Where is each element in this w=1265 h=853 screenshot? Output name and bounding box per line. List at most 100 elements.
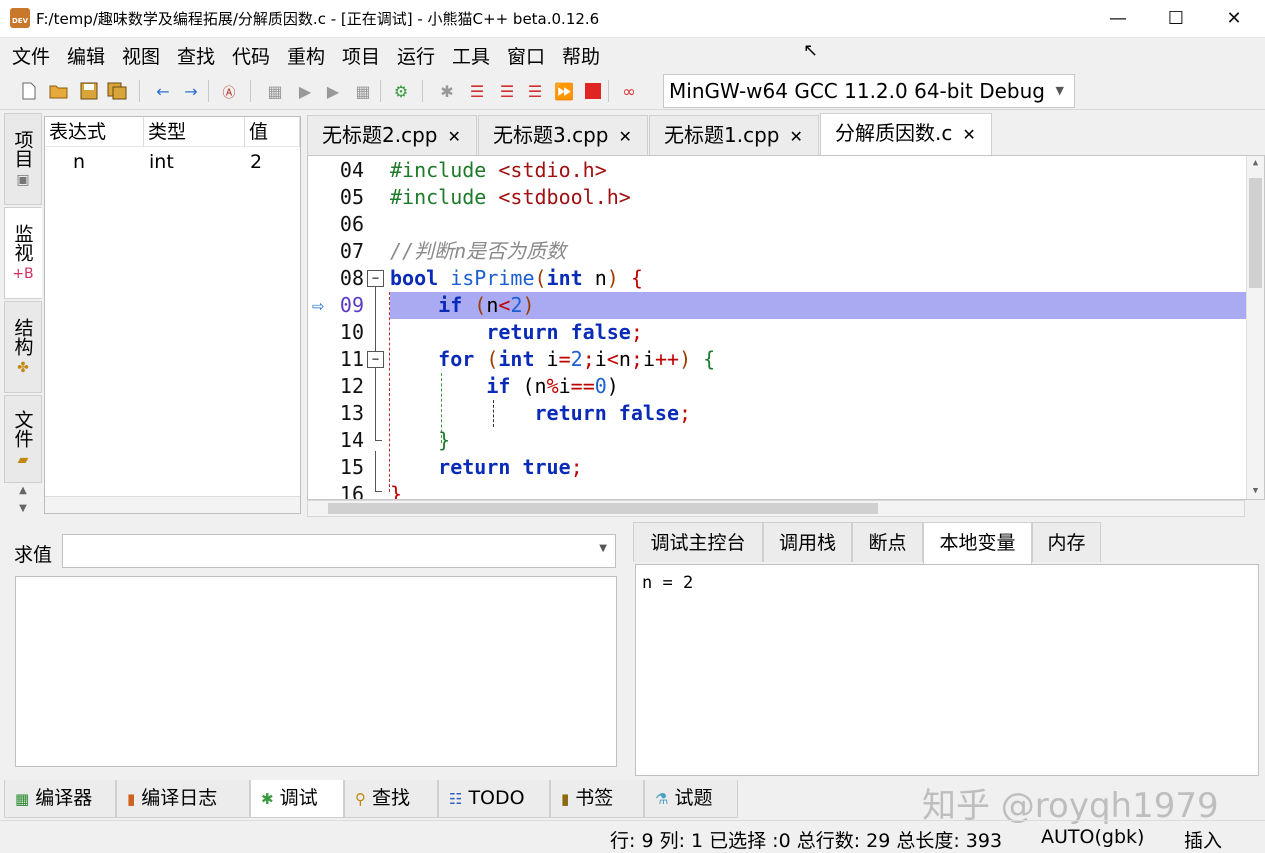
watch-hscrollbar[interactable] (45, 496, 300, 513)
code-line: #include <stdio.h> (390, 158, 607, 182)
continue-icon[interactable]: ⏩ (553, 80, 575, 102)
tab-call-stack[interactable]: 调用栈 (763, 522, 852, 562)
open-file-icon[interactable] (48, 80, 70, 102)
tab-untitled1[interactable]: 无标题1.cpp ✕ (649, 115, 819, 155)
save-icon[interactable] (78, 80, 100, 102)
close-icon[interactable]: ✕ (962, 125, 975, 144)
chevron-down-icon[interactable]: ▼ (599, 543, 607, 554)
tab-problems[interactable]: ⚗ 试题 (644, 780, 738, 818)
editor-vscroll-thumb[interactable] (1249, 178, 1262, 288)
toolbar-separator (208, 80, 209, 102)
back-icon[interactable]: ← (152, 80, 174, 102)
tab-memory[interactable]: 内存 (1032, 522, 1101, 562)
line-number: 11 (339, 347, 364, 371)
tab-locals[interactable]: 本地变量 (923, 522, 1032, 564)
code-line: #include <stdbool.h> (390, 185, 631, 209)
compiler-select-value: MinGW-w64 GCC 11.2.0 64-bit Debug (669, 79, 1045, 103)
close-icon[interactable]: ✕ (789, 127, 802, 146)
watch-row-expression[interactable]: n (73, 151, 85, 173)
rebuild-icon[interactable]: ▦ (352, 80, 374, 102)
toolbar-separator (139, 80, 140, 102)
locals-view[interactable]: n = 2 (635, 564, 1259, 776)
stop-icon[interactable] (582, 80, 604, 102)
menu-run[interactable]: 运行 (397, 42, 435, 69)
step-out-icon[interactable]: ☰ (524, 80, 546, 102)
line-number: 06 (339, 212, 364, 236)
tab-debug-console[interactable]: 调试主控台 (633, 522, 763, 562)
tab-compiler[interactable]: ▦ 编译器 (4, 780, 116, 818)
code-editor[interactable]: 04 05 06 07 08 09 10 11 12 13 14 15 16 ⇨… (307, 155, 1265, 500)
scroll-down-icon[interactable]: ▼ (1249, 486, 1262, 496)
run-icon[interactable]: ▶ (294, 80, 316, 102)
step-over-icon[interactable]: ☰ (466, 80, 488, 102)
tab-factorize[interactable]: 分解质因数.c ✕ (820, 113, 992, 155)
line-number: 12 (339, 374, 364, 398)
minimize-button[interactable]: — (1089, 0, 1147, 38)
side-tab-watch[interactable]: 监视 +B (4, 207, 42, 299)
close-button[interactable]: ✕ (1205, 0, 1263, 38)
status-insert-mode: 插入 (1184, 830, 1223, 852)
side-tab-project[interactable]: 项目 ▣ (4, 113, 42, 205)
bug-icon[interactable]: ✱ (436, 80, 458, 102)
tab-compile-log[interactable]: ▮ 编译日志 (116, 780, 250, 818)
editor-vscrollbar[interactable]: ▲ ▼ (1246, 156, 1264, 499)
evaluate-output[interactable] (15, 576, 617, 767)
fold-line (375, 368, 376, 440)
step-into-icon[interactable]: ☰ (496, 80, 518, 102)
menu-help[interactable]: 帮助 (562, 42, 600, 69)
compile-run-icon[interactable]: ▶ (322, 80, 344, 102)
line-number: 14 (339, 428, 364, 452)
bookmark-icon: ▮ (561, 790, 570, 808)
tab-untitled3[interactable]: 无标题3.cpp ✕ (478, 115, 648, 155)
compile-icon[interactable]: ▦ (264, 80, 286, 102)
scroll-down-icon[interactable]: ▼ (4, 503, 42, 519)
tab-untitled2[interactable]: 无标题2.cpp ✕ (307, 115, 477, 155)
status-encoding[interactable]: AUTO(gbk) (1041, 826, 1144, 848)
add-watch-icon[interactable]: ∞ (618, 80, 640, 102)
close-icon[interactable]: ✕ (618, 127, 631, 146)
scroll-up-icon[interactable]: ▲ (1249, 158, 1262, 168)
line-number: 04 (339, 158, 364, 182)
scroll-up-icon[interactable]: ▲ (4, 485, 42, 501)
tab-breakpoints[interactable]: 断点 (852, 522, 923, 562)
code-line: return false; (486, 320, 643, 344)
menu-search[interactable]: 查找 (177, 42, 215, 69)
bug-icon: ✱ (261, 790, 274, 808)
menu-tools[interactable]: 工具 (452, 42, 490, 69)
menu-refactor[interactable]: 重构 (287, 42, 325, 69)
debug-icon[interactable]: ⚙ (390, 80, 412, 102)
tab-bookmarks[interactable]: ▮ 书签 (550, 780, 644, 818)
menu-project[interactable]: 项目 (342, 42, 380, 69)
side-tab-structure[interactable]: 结构 ✤ (4, 301, 42, 393)
editor-hscroll-thumb[interactable] (328, 503, 878, 514)
tab-find[interactable]: ⚲ 查找 (344, 780, 438, 818)
line-number: 05 (339, 185, 364, 209)
watch-row-type[interactable]: int (149, 151, 174, 173)
tab-debug[interactable]: ✱ 调试 (250, 780, 344, 818)
fold-collapse-icon[interactable]: − (367, 351, 384, 368)
execution-pointer-icon: ⇨ (312, 293, 325, 317)
close-icon[interactable]: ✕ (447, 127, 460, 146)
watch-header-expression[interactable]: 表达式 (45, 117, 144, 147)
editor-hscrollbar[interactable] (307, 500, 1245, 517)
save-all-icon[interactable] (106, 80, 128, 102)
format-icon[interactable]: Ⓐ (218, 80, 240, 102)
menu-view[interactable]: 视图 (122, 42, 160, 69)
menu-code[interactable]: 代码 (232, 42, 270, 69)
tab-label: 分解质因数.c (835, 121, 953, 145)
forward-icon[interactable]: → (180, 80, 202, 102)
compiler-select[interactable]: MinGW-w64 GCC 11.2.0 64-bit Debug ▼ (663, 74, 1075, 108)
new-file-icon[interactable] (18, 80, 40, 102)
side-tab-files[interactable]: 文件 ▰ (4, 395, 42, 483)
watch-header-value[interactable]: 值 (245, 117, 300, 147)
code-line: if (n%i==0) (486, 374, 619, 398)
fold-collapse-icon[interactable]: − (367, 270, 384, 287)
watch-header-type[interactable]: 类型 (144, 117, 245, 147)
menu-edit[interactable]: 编辑 (67, 42, 105, 69)
evaluate-input[interactable]: ▼ (62, 534, 616, 568)
menu-window[interactable]: 窗口 (507, 42, 545, 69)
watch-row-value[interactable]: 2 (250, 151, 262, 173)
tab-todo[interactable]: ☷ TODO (438, 780, 550, 818)
menu-file[interactable]: 文件 (12, 42, 50, 69)
maximize-button[interactable]: ☐ (1147, 0, 1205, 38)
